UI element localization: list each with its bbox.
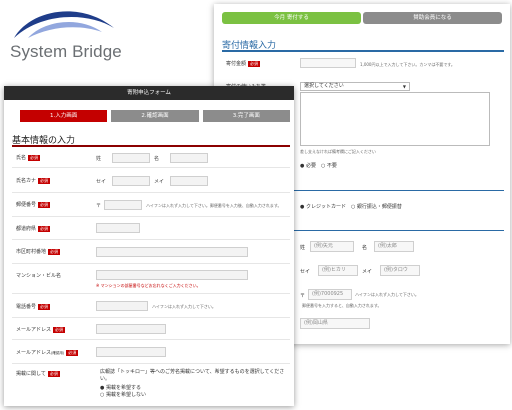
media-label: 掲載に関して 必須 <box>16 370 60 377</box>
sei-input[interactable]: (例)矢元 <box>310 241 354 252</box>
zip-input[interactable] <box>104 200 142 210</box>
purpose-select[interactable]: 選択してください ▼ <box>300 82 410 91</box>
step-confirm: 2.確認画面 <box>111 110 199 122</box>
row-email-confirm: メールアドレス(確認用) 必須 <box>12 340 290 364</box>
row-media: 掲載に関して 必須 広報誌「トッキロー」等へのご芳名掲載について、希望するものを選… <box>12 364 290 406</box>
application-form-window: 寄附申込フォーム 1.入力画面 2.確認画面 3.完了画面 基本情報の入力 氏名… <box>4 86 294 406</box>
city-label: 市区町村番地 必須 <box>16 248 61 255</box>
row-zip: 郵便番号 必須 〒 ハイフンは入れず入力して下さい。郵便番号を入力後、自動入力され… <box>12 193 290 217</box>
zip-input[interactable]: (例)7000925 <box>308 289 352 300</box>
sei-label: 姓 <box>300 245 306 251</box>
mei-kana-input[interactable]: (例)タロウ <box>380 265 420 276</box>
mei-kana-label: メイ <box>154 179 165 185</box>
mei-label: 名 <box>154 156 160 162</box>
brand-name: System Bridge <box>10 42 122 61</box>
email-confirm-label: メールアドレス(確認用) 必須 <box>16 349 79 356</box>
email-confirm-input[interactable] <box>96 347 166 357</box>
row-name: 氏名 必須 姓 名 <box>12 148 290 168</box>
donation-tabs: 今月 寄付する 賛助会員になる <box>222 12 502 24</box>
row-email: メールアドレス 必須 <box>12 318 290 340</box>
building-label: マンション・ビル名 <box>16 273 62 279</box>
tab-supporting-member[interactable]: 賛助会員になる <box>363 12 502 24</box>
phone-label: 電話番号 必須 <box>16 303 51 310</box>
name-label: 氏名 必須 <box>16 154 41 161</box>
mei-kana-label: メイ <box>362 269 373 275</box>
row-city: 市区町村番地 必須 <box>12 240 290 264</box>
media-option-no[interactable]: ○ 掲載を希望しない <box>100 392 146 399</box>
mei-label: 名 <box>362 245 368 251</box>
sei-kana-label: セイ <box>300 269 311 275</box>
section-divider <box>222 50 504 52</box>
amount-label: 寄付金額 必須 <box>226 60 261 67</box>
kana-label: 氏名カナ 必須 <box>16 177 51 184</box>
zip-prefix: 〒 <box>300 293 306 299</box>
zip-note: ハイフンは入れず入力して下さい。郵便番号を入力後、自動入力されます。 <box>146 203 282 208</box>
building-note: ※ マンションの部屋番号などお忘れなくご入力ください。 <box>96 283 201 288</box>
sei-kana-label: セイ <box>96 179 107 185</box>
pref-input[interactable]: (例)岡山県 <box>300 318 370 329</box>
media-option-yes[interactable]: ● 掲載を希望する <box>100 385 141 392</box>
purpose-textarea[interactable] <box>300 92 490 146</box>
screenshot-stage: System Bridge 今月 寄付する 賛助会員になる 寄付情報入力 寄付金… <box>0 0 512 410</box>
sei-label: 姓 <box>96 156 102 162</box>
step-complete: 3.完了画面 <box>202 110 290 122</box>
swoosh-icon <box>14 11 114 38</box>
zip-prefix: 〒 <box>96 203 102 209</box>
mei-kana-input[interactable] <box>170 176 208 186</box>
zip-note: ハイフンは入れず入力して下さい。 <box>355 292 419 297</box>
media-text: 広報誌「トッキロー」等へのご芳名掲載について、希望するものを選択してください。 <box>100 369 285 382</box>
mei-input[interactable]: (例)太郎 <box>374 241 414 252</box>
row-kana: 氏名カナ 必須 セイ メイ <box>12 168 290 193</box>
amount-input[interactable] <box>300 58 356 68</box>
sei-kana-input[interactable] <box>112 176 150 186</box>
building-input[interactable] <box>96 270 248 280</box>
zip-label: 郵便番号 必須 <box>16 201 51 208</box>
sei-kana-input[interactable]: (例)ヒカリ <box>318 265 358 276</box>
purpose-note: 差し支えなければ備考欄にご記入ください <box>300 149 376 154</box>
tab-donate-now[interactable]: 今月 寄付する <box>222 12 361 24</box>
email-input[interactable] <box>96 324 166 334</box>
mei-input[interactable] <box>170 153 208 163</box>
row-pref: 都道府県 必須 <box>12 217 290 240</box>
city-input[interactable] <box>96 247 248 257</box>
email-label: メールアドレス 必須 <box>16 326 66 333</box>
pref-label: 都道府県 必須 <box>16 225 51 232</box>
receipt-options[interactable]: ● 必要 ○ 不要 <box>300 162 337 169</box>
chevron-down-icon: ▼ <box>402 84 406 89</box>
phone-input[interactable] <box>96 301 148 311</box>
step-input: 1.入力画面 <box>20 110 108 122</box>
row-building: マンション・ビル名 ※ マンションの部屋番号などお忘れなくご入力ください。 <box>12 264 290 294</box>
row-phone: 電話番号 必須 ハイフンは入れず入力して下さい。 <box>12 294 290 318</box>
phone-note: ハイフンは入れず入力して下さい。 <box>152 304 216 309</box>
progress-steps: 1.入力画面 2.確認画面 3.完了画面 <box>20 110 290 122</box>
form-header: 寄附申込フォーム <box>4 86 294 100</box>
pref-input[interactable] <box>96 223 140 233</box>
zip-note-2: 郵便番号を入力すると、自動入力されます。 <box>302 303 382 308</box>
amount-note: 1,000円以上で入力して下さい。カンマは不要です。 <box>360 62 455 67</box>
title-underline <box>12 145 290 147</box>
sei-input[interactable] <box>112 153 150 163</box>
payment-options[interactable]: ● クレジットカード ○ 銀行振込・郵便振替 <box>300 203 402 210</box>
system-bridge-logo: System Bridge <box>4 2 122 64</box>
